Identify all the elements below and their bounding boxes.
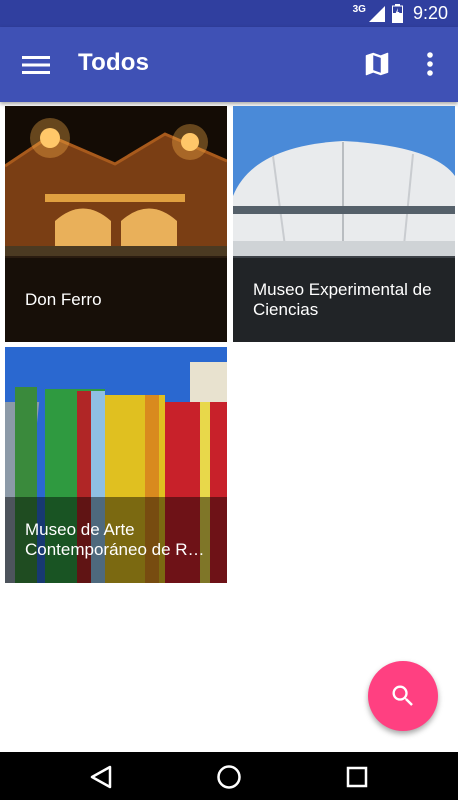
place-card-museo-experimental[interactable]: Museo Experimental de Ciencias	[233, 106, 455, 342]
place-caption: Museo de Arte Contemporáneo de Ro…	[5, 497, 227, 583]
clock: 9:20	[412, 3, 448, 23]
menu-button[interactable]	[20, 52, 52, 78]
signal-icon	[368, 5, 385, 22]
place-title-line-2: Contemporáneo de Ro…	[25, 540, 213, 559]
place-card-museo-arte-contemporaneo[interactable]: Museo de Arte Contemporáneo de Ro…	[5, 347, 227, 583]
place-caption: Don Ferro	[5, 258, 227, 342]
back-icon	[90, 765, 112, 789]
back-button[interactable]	[88, 764, 114, 790]
place-card-don-ferro[interactable]: Don Ferro	[5, 106, 227, 342]
place-title-line-1: Museo de Arte	[25, 520, 135, 539]
home-button[interactable]	[216, 764, 242, 790]
more-vert-icon	[427, 52, 433, 76]
system-nav-bar	[0, 752, 458, 800]
place-title-line-2: Ciencias	[253, 300, 319, 319]
place-title-line-1: Don Ferro	[25, 290, 102, 309]
map-icon	[365, 52, 389, 76]
search-icon	[392, 685, 413, 706]
search-fab[interactable]	[368, 661, 438, 731]
more-options-button[interactable]	[420, 49, 440, 79]
map-button[interactable]	[362, 49, 392, 79]
app-bar: Todos	[0, 27, 458, 102]
battery-icon	[391, 4, 403, 23]
network-type: 3G	[352, 4, 366, 15]
home-icon	[217, 765, 241, 789]
status-bar: 3G 9:20	[0, 0, 458, 27]
page-title: Todos	[78, 49, 150, 76]
recents-button[interactable]	[344, 764, 370, 790]
menu-icon	[22, 56, 50, 74]
place-title-line-1: Museo Experimental de	[253, 280, 432, 299]
place-caption: Museo Experimental de Ciencias	[233, 258, 455, 342]
recents-icon	[346, 766, 368, 788]
